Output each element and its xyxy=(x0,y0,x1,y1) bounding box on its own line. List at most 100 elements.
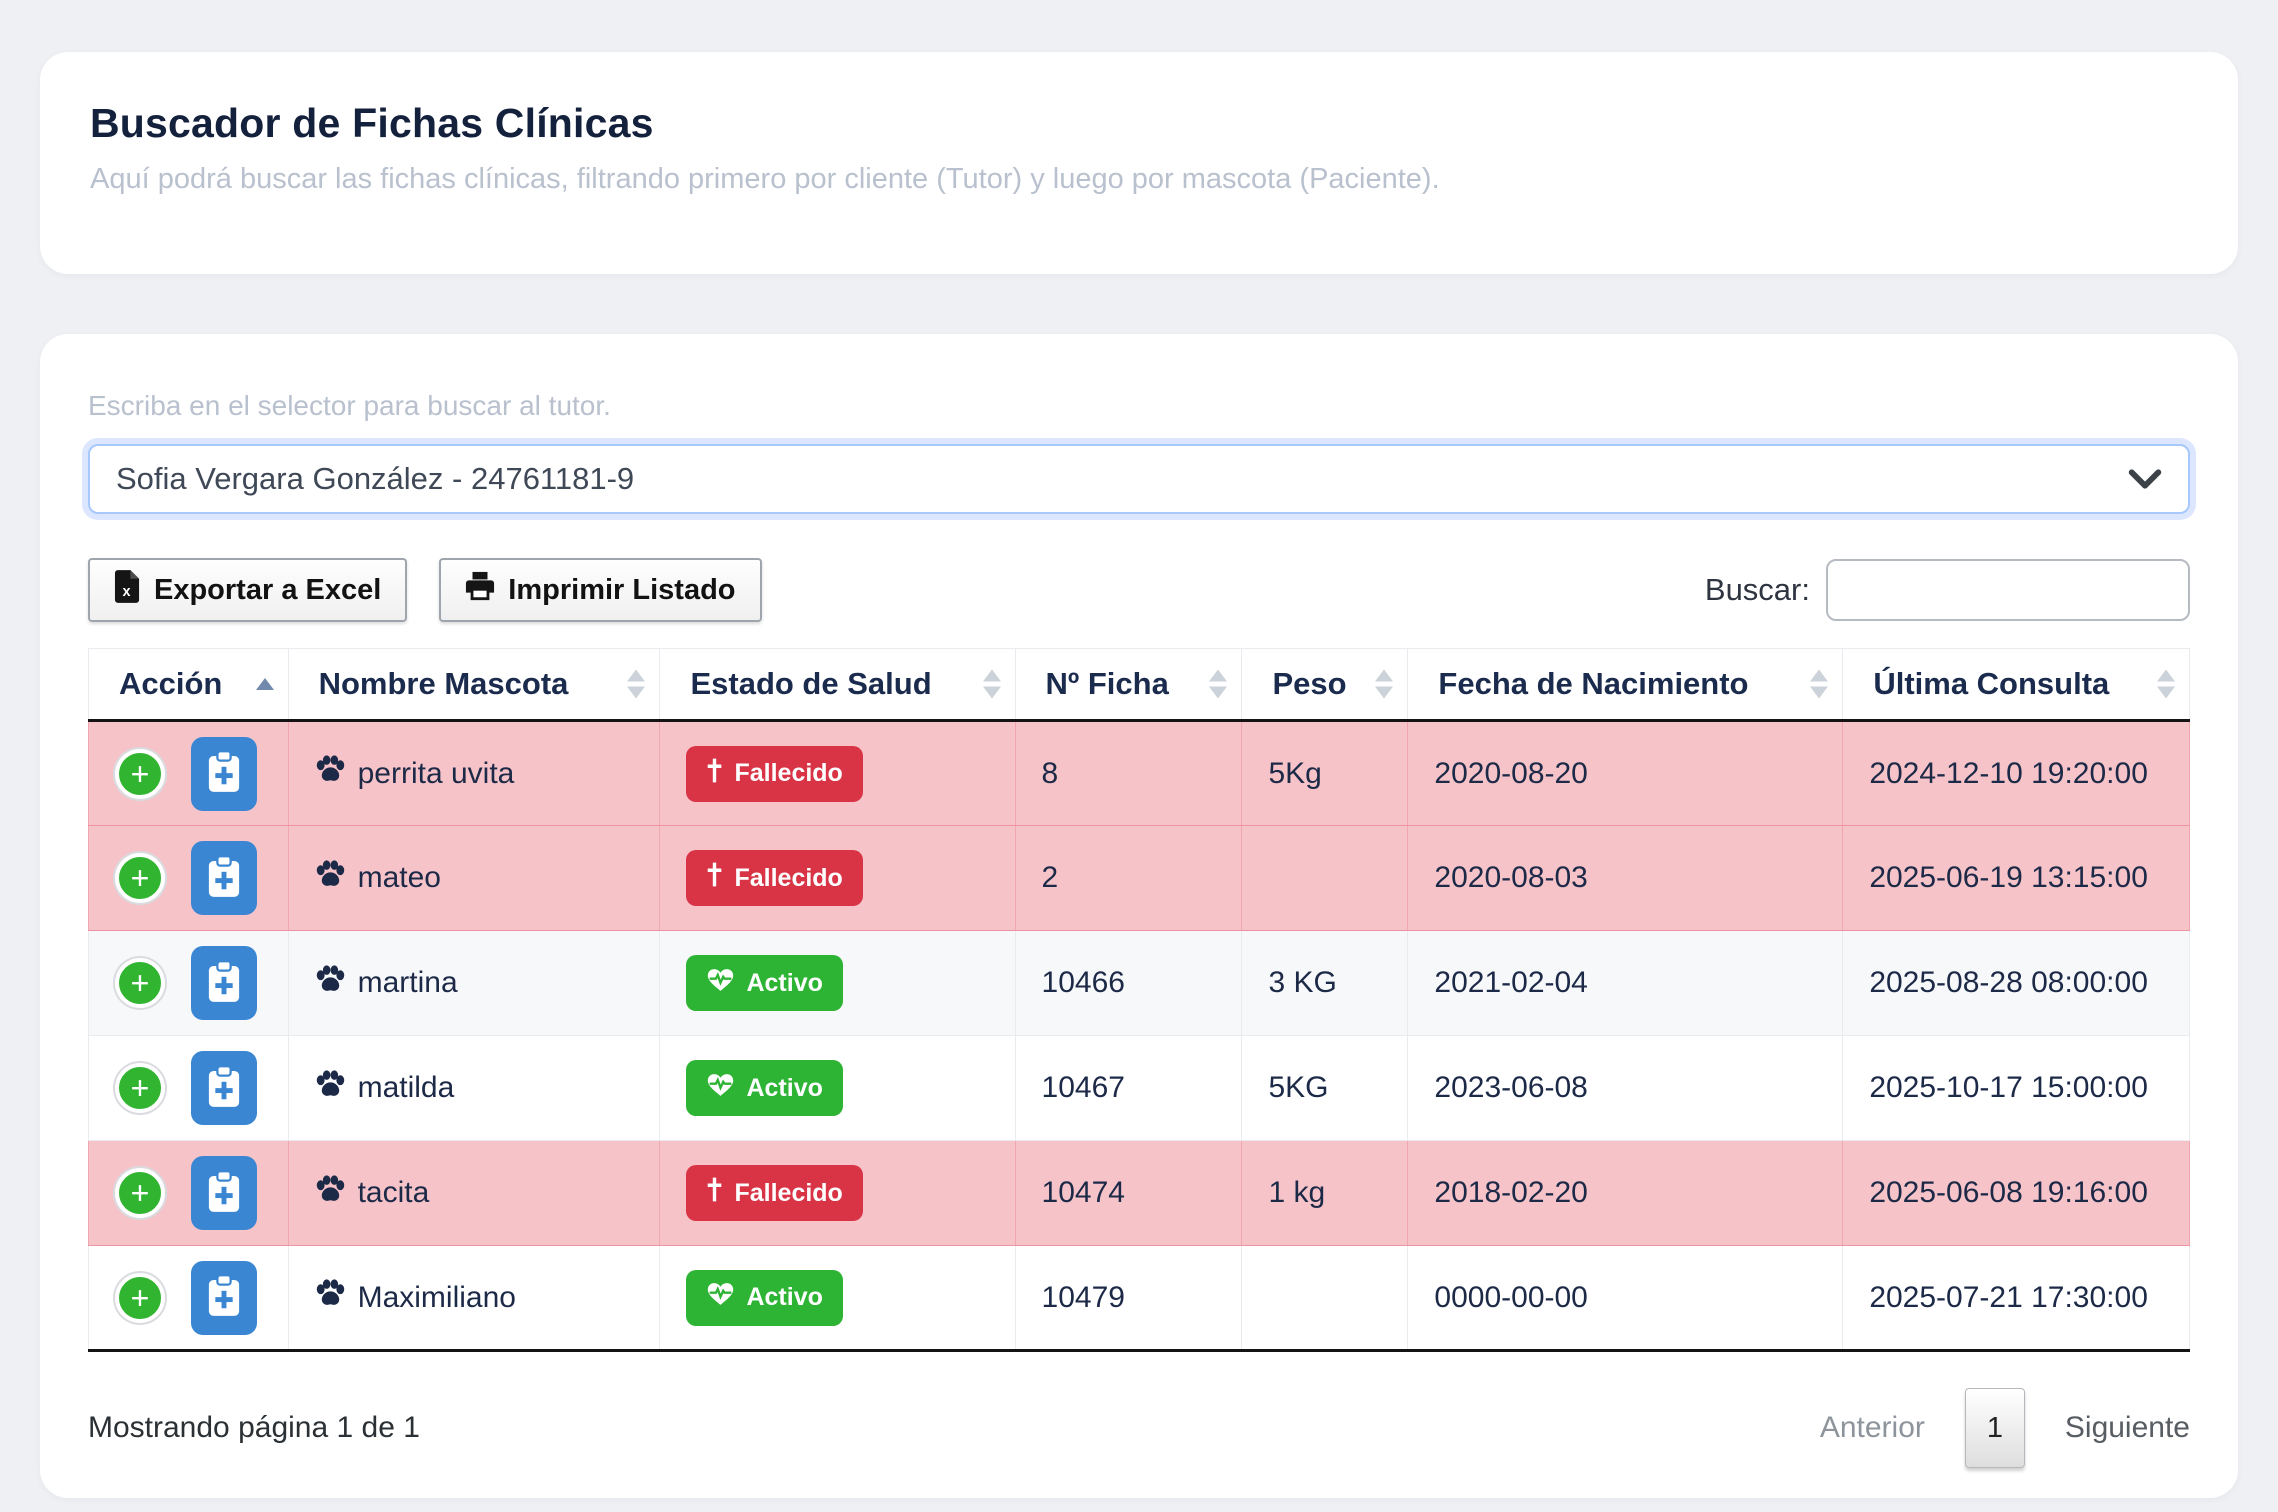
medical-record-button[interactable] xyxy=(191,1051,257,1125)
paw-icon xyxy=(315,1279,346,1316)
pet-name: tacita xyxy=(358,1176,430,1210)
excel-icon: x xyxy=(114,570,141,611)
search-label: Buscar: xyxy=(1705,572,1810,608)
chevron-down-icon xyxy=(2128,461,2162,497)
nacimiento-cell: 2018-02-20 xyxy=(1408,1141,1843,1246)
ultima-consulta-cell: 2024-12-10 19:20:00 xyxy=(1843,721,2190,826)
tutor-select-value: Sofia Vergara González - 24761181-9 xyxy=(116,461,634,497)
page-number-button[interactable]: 1 xyxy=(1965,1388,2025,1468)
peso-cell: 3 KG xyxy=(1242,931,1408,1036)
sort-icon xyxy=(2157,670,2175,699)
pet-name-cell: tacita xyxy=(288,1141,660,1246)
svg-text:x: x xyxy=(123,584,131,600)
table-search: Buscar: xyxy=(1705,559,2190,621)
pet-name: perrita uvita xyxy=(358,757,515,791)
search-input[interactable] xyxy=(1826,559,2190,621)
medical-record-button[interactable] xyxy=(191,1156,257,1230)
expand-row-button[interactable]: + xyxy=(115,958,165,1008)
action-cell: + xyxy=(89,1246,289,1351)
paw-icon xyxy=(315,860,346,897)
column-header-estado-salud[interactable]: Estado de Salud xyxy=(660,649,1015,721)
status-badge: Activo xyxy=(686,1060,842,1116)
pet-name: Maximiliano xyxy=(358,1281,516,1315)
status-cell: Activo xyxy=(660,1246,1015,1351)
ultima-consulta-cell: 2025-07-21 17:30:00 xyxy=(1843,1246,2190,1351)
nacimiento-cell: 0000-00-00 xyxy=(1408,1246,1843,1351)
status-badge: Fallecido xyxy=(686,1165,862,1221)
column-header-nacimiento[interactable]: Fecha de Nacimiento xyxy=(1408,649,1843,721)
medical-record-button[interactable] xyxy=(191,946,257,1020)
cross-icon xyxy=(706,862,723,894)
expand-row-button[interactable]: + xyxy=(115,1063,165,1113)
column-header-peso[interactable]: Peso xyxy=(1242,649,1408,721)
column-header-accion[interactable]: Acción xyxy=(89,649,289,721)
table-row: +tacitaFallecido104741 kg2018-02-202025-… xyxy=(89,1141,2190,1246)
cross-icon xyxy=(706,1177,723,1209)
status-badge: Activo xyxy=(686,955,842,1011)
status-cell: Fallecido xyxy=(660,1141,1015,1246)
search-card: Escriba en el selector para buscar al tu… xyxy=(40,334,2238,1498)
expand-row-button[interactable]: + xyxy=(115,1273,165,1323)
sort-icon xyxy=(983,670,1001,699)
previous-page-button[interactable]: Anterior xyxy=(1820,1411,1925,1445)
peso-cell xyxy=(1242,826,1408,931)
ficha-cell: 2 xyxy=(1015,826,1242,931)
fichas-table: Acción Nombre Mascota Estado de Salud Nº… xyxy=(88,648,2190,1352)
expand-row-button[interactable]: + xyxy=(115,1168,165,1218)
medical-record-button[interactable] xyxy=(191,841,257,915)
pet-name: mateo xyxy=(358,861,441,895)
column-header-ultima-consulta[interactable]: Última Consulta xyxy=(1843,649,2190,721)
ficha-cell: 10466 xyxy=(1015,931,1242,1036)
action-cell: + xyxy=(89,1036,289,1141)
status-cell: Fallecido xyxy=(660,721,1015,826)
ultima-consulta-cell: 2025-06-19 13:15:00 xyxy=(1843,826,2190,931)
pet-name-cell: Maximiliano xyxy=(288,1246,660,1351)
paw-icon xyxy=(315,1070,346,1107)
peso-cell: 1 kg xyxy=(1242,1141,1408,1246)
pet-name-cell: martina xyxy=(288,931,660,1036)
heart-pulse-icon xyxy=(706,1281,735,1314)
cross-icon xyxy=(706,758,723,790)
table-header-row: Acción Nombre Mascota Estado de Salud Nº… xyxy=(89,649,2190,721)
peso-cell: 5Kg xyxy=(1242,721,1408,826)
heart-pulse-icon xyxy=(706,1072,735,1105)
next-page-button[interactable]: Siguiente xyxy=(2065,1411,2190,1445)
paw-icon xyxy=(315,1175,346,1212)
print-list-button[interactable]: Imprimir Listado xyxy=(439,558,761,622)
column-header-ficha[interactable]: Nº Ficha xyxy=(1015,649,1242,721)
pet-name: matilda xyxy=(358,1071,455,1105)
expand-row-button[interactable]: + xyxy=(115,749,165,799)
ficha-cell: 10479 xyxy=(1015,1246,1242,1351)
table-row: +mateoFallecido22020-08-032025-06-19 13:… xyxy=(89,826,2190,931)
print-icon xyxy=(465,571,495,609)
ficha-cell: 10467 xyxy=(1015,1036,1242,1141)
clipboard-medical-icon xyxy=(207,750,241,797)
nacimiento-cell: 2020-08-03 xyxy=(1408,826,1843,931)
status-badge: Fallecido xyxy=(686,746,862,802)
intro-card: Buscador de Fichas Clínicas Aquí podrá b… xyxy=(40,52,2238,274)
export-excel-label: Exportar a Excel xyxy=(154,574,381,607)
peso-cell: 5KG xyxy=(1242,1036,1408,1141)
ultima-consulta-cell: 2025-08-28 08:00:00 xyxy=(1843,931,2190,1036)
pet-name-cell: matilda xyxy=(288,1036,660,1141)
column-header-nombre-mascota[interactable]: Nombre Mascota xyxy=(288,649,660,721)
paw-icon xyxy=(315,965,346,1002)
status-cell: Activo xyxy=(660,931,1015,1036)
pagination: Anterior 1 Siguiente xyxy=(1820,1388,2190,1468)
pet-name: martina xyxy=(358,966,458,1000)
tutor-select[interactable]: Sofia Vergara González - 24761181-9 xyxy=(88,444,2190,514)
nacimiento-cell: 2021-02-04 xyxy=(1408,931,1843,1036)
sort-icon xyxy=(1810,670,1828,699)
nacimiento-cell: 2023-06-08 xyxy=(1408,1036,1843,1141)
pet-name-cell: mateo xyxy=(288,826,660,931)
ficha-cell: 10474 xyxy=(1015,1141,1242,1246)
table-row: +matildaActivo104675KG2023-06-082025-10-… xyxy=(89,1036,2190,1141)
medical-record-button[interactable] xyxy=(191,737,257,811)
table-row: + Maximiliano Activo10479 0000-00-002025-07… xyxy=(89,1246,2190,1351)
expand-row-button[interactable]: + xyxy=(115,853,165,903)
nacimiento-cell: 2020-08-20 xyxy=(1408,721,1843,826)
page-subtitle: Aquí podrá buscar las fichas clínicas, f… xyxy=(90,163,2188,196)
medical-record-button[interactable] xyxy=(191,1261,257,1335)
export-excel-button[interactable]: x Exportar a Excel xyxy=(88,558,407,622)
pet-name-cell: perrita uvita xyxy=(288,721,660,826)
